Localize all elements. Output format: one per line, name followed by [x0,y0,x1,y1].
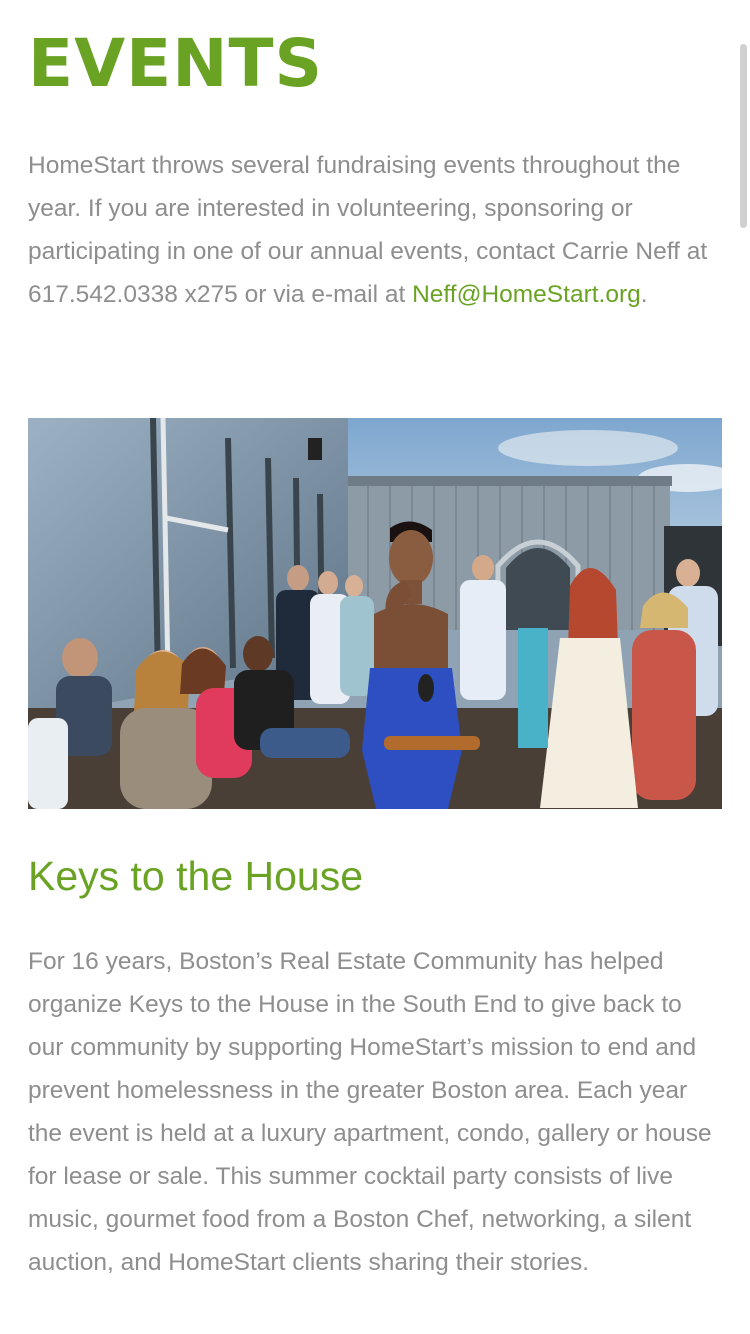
page-title: EVENTS [28,25,324,102]
event-photo-illustration [28,418,722,809]
intro-paragraph: HomeStart throws several fundraising eve… [28,144,722,316]
email-link[interactable]: Neff@HomeStart.org [412,281,641,308]
section-body: For 16 years, Boston’s Real Estate Commu… [28,948,712,1276]
scrollbar[interactable] [740,44,747,228]
intro-trailing: . [640,281,648,308]
event-photo [28,418,722,809]
section-title: Keys to the House [28,853,364,899]
